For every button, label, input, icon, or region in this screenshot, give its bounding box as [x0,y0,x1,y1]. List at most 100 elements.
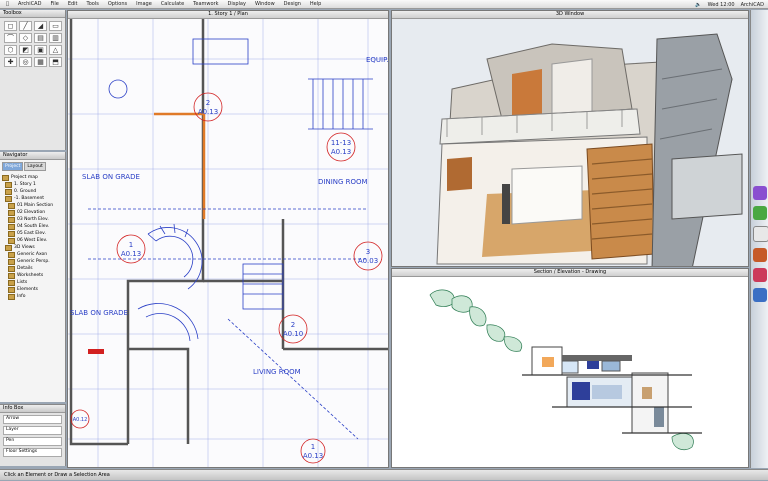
navigator-item[interactable]: 06 West Elev. [2,237,63,244]
navigator-item[interactable]: Details [2,265,63,272]
menu-item-image[interactable]: Image [136,1,152,7]
section-window: Section / Elevation - Drawing [391,268,749,468]
menu-item-calculate[interactable]: Calculate [161,1,184,7]
tool-button-14[interactable]: ▦ [34,57,47,67]
folder-icon [8,265,15,272]
tab-project[interactable]: Project [2,162,24,171]
dock-app-icon-orange[interactable] [753,248,767,262]
dock-app-icon-purple[interactable] [753,186,767,200]
dock-app-icon-grey[interactable] [753,226,768,242]
folder-icon [8,258,15,265]
folder-icon [8,223,15,230]
tool-button-6[interactable]: ▤ [34,33,47,43]
info-box-title[interactable]: Info Box [0,405,65,413]
folder-icon [8,230,15,237]
navigator-title[interactable]: Navigator [0,152,65,160]
marker-2-ref: A0.13 [331,148,351,156]
navigator-item[interactable]: -1. Basement [2,195,63,202]
apple-menu-icon[interactable]:  [6,1,9,7]
folder-icon [2,174,9,181]
marker-6-num: A0.12 [73,417,88,423]
navigator-item[interactable]: 1. Story 1 [2,181,63,188]
tool-button-2[interactable]: ◢ [34,21,47,31]
speaker-icon[interactable]: 🔈 [695,2,701,8]
plan-window-title[interactable]: 1. Story 1 / Plan [68,11,388,19]
navigator-item[interactable]: 03 North Elev. [2,216,63,223]
navigator-item[interactable]: Generic Persp. [2,258,63,265]
navigator-item[interactable]: 01 Main Section [2,202,63,209]
toolbox-title[interactable]: Toolbox [0,10,65,18]
menu-item-display[interactable]: Display [228,1,246,7]
navigator-item[interactable]: Elements [2,286,63,293]
menu-item-file[interactable]: File [50,1,58,7]
navigator-item[interactable]: Info [2,293,63,300]
menubar-app-name[interactable]: ArchiCAD [741,2,764,8]
dock-app-icon-blue[interactable] [753,288,767,302]
navigator-item[interactable]: 04 South Elev. [2,223,63,230]
navigator-item[interactable]: Generic Axon [2,251,63,258]
3d-window-title[interactable]: 3D Window [392,11,748,19]
tool-button-12[interactable]: ✚ [4,57,17,67]
menu-item-edit[interactable]: Edit [68,1,78,7]
floor-plan-window: 1. Story 1 / Plan SLAB ON GRADE SLAB ON … [67,10,389,468]
info-row-arrow[interactable]: Arrow [3,415,62,424]
tool-button-9[interactable]: ◩ [19,45,32,55]
info-row-pen[interactable]: Pen [3,437,62,446]
marker-1-num: 2 [206,99,210,107]
section-window-title[interactable]: Section / Elevation - Drawing [392,269,748,277]
tool-button-4[interactable]: ⌒ [4,33,17,43]
tool-button-5[interactable]: ◇ [19,33,32,43]
navigator-item[interactable]: Project map [2,174,63,181]
tool-button-11[interactable]: △ [49,45,62,55]
folder-icon [8,272,15,279]
navigator-item[interactable]: Lists [2,279,63,286]
menu-item-teamwork[interactable]: Teamwork [193,1,218,7]
navigator-item[interactable]: Worksheets [2,272,63,279]
tool-button-0[interactable]: ◻ [4,21,17,31]
plan-stairs [88,38,373,440]
info-row-layer[interactable]: Layer [3,426,62,435]
tool-button-7[interactable]: ▥ [49,33,62,43]
menu-item-tools[interactable]: Tools [87,1,99,7]
section-canvas[interactable] [392,277,748,468]
navigator-item[interactable]: 05 East Elev. [2,230,63,237]
label-slab-1: SLAB ON GRADE [82,173,140,181]
folder-icon [8,251,15,258]
navigator-item[interactable]: 3D Views [2,244,63,251]
folder-icon [5,244,12,251]
menubar-clock[interactable]: Wed 12:00 [708,2,735,8]
navigator-item-label: Worksheets [17,273,44,278]
menu-item-design[interactable]: Design [284,1,301,7]
floor-plan-canvas[interactable]: SLAB ON GRADE SLAB ON GRADE DINING ROOM … [68,19,388,468]
3d-view-canvas[interactable] [392,19,748,267]
marker-7-num: 1 [311,443,315,451]
navigator-item[interactable]: 02 Elevation [2,209,63,216]
tool-button-15[interactable]: ⬒ [49,57,62,67]
navigator-item-label: 06 West Elev. [17,238,48,243]
navigator-item[interactable]: 0. Ground [2,188,63,195]
navigator-item-label: 05 East Elev. [17,231,46,236]
status-bar: Click an Element or Draw a Selection Are… [0,469,768,480]
tab-layout[interactable]: Layout [24,162,46,171]
tool-button-10[interactable]: ▣ [34,45,47,55]
menu-item-app[interactable]: ArchiCAD [18,1,41,7]
navigator-item-label: 0. Ground [14,189,37,194]
menu-item-options[interactable]: Options [108,1,127,7]
tool-button-3[interactable]: ▭ [49,21,62,31]
tool-button-8[interactable]: ⬡ [4,45,17,55]
plan-labels: SLAB ON GRADE SLAB ON GRADE DINING ROOM … [70,56,388,376]
menu-item-window[interactable]: Window [255,1,275,7]
plan-red-marker [88,349,104,354]
menu-item-help[interactable]: Help [310,1,321,7]
dock [750,10,768,468]
label-dining-room: DINING ROOM [318,178,368,186]
info-box-palette: Info Box Arrow Layer Pen Floor Settings [0,404,66,466]
tool-button-1[interactable]: ╱ [19,21,32,31]
tool-button-13[interactable]: ◎ [19,57,32,67]
navigator-item-label: Lists [17,280,28,285]
info-row-floor[interactable]: Floor Settings [3,448,62,457]
dock-app-icon-green[interactable] [753,206,767,220]
dock-app-icon-red[interactable] [753,268,767,282]
folder-icon [8,209,15,216]
navigator-tabs: Project Layout [0,160,65,173]
